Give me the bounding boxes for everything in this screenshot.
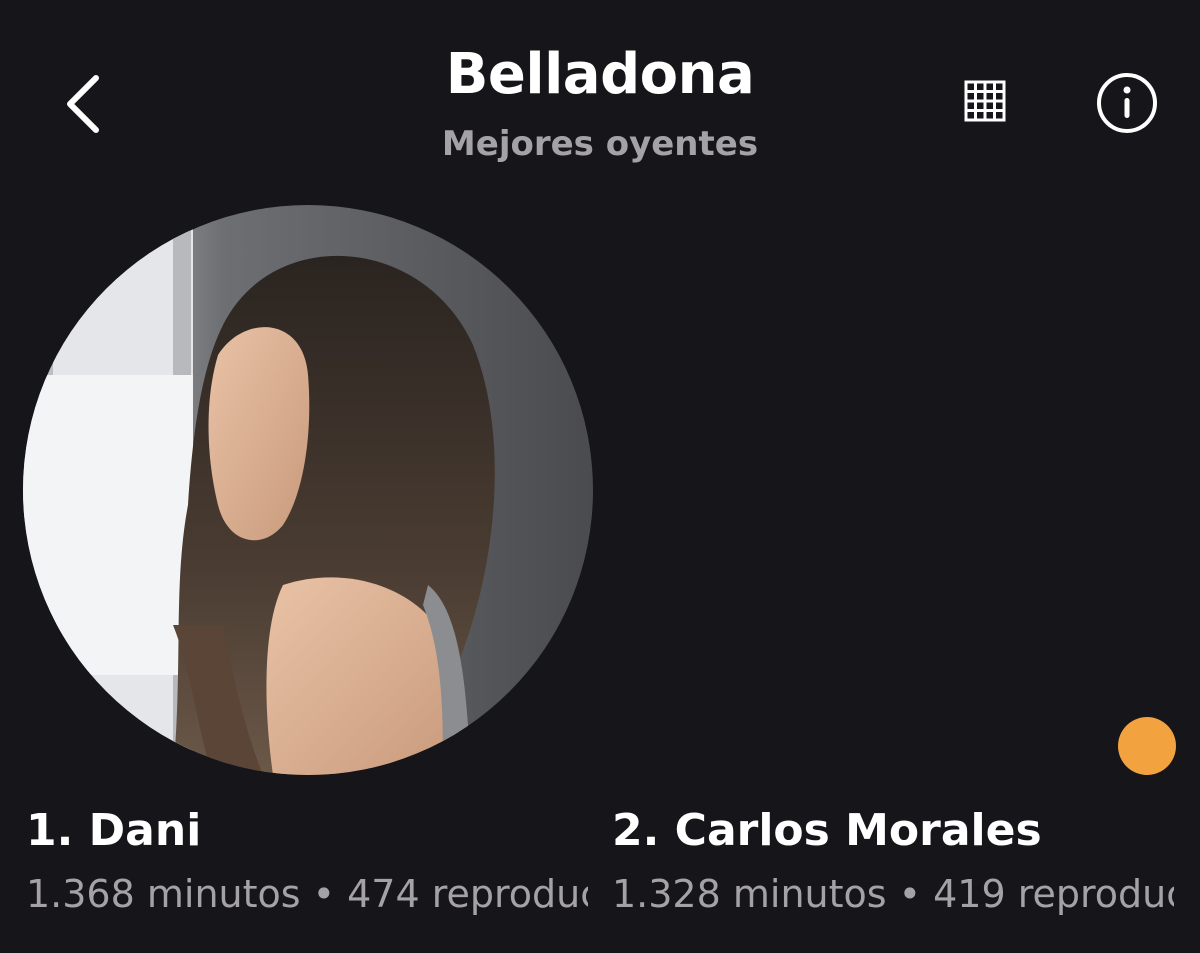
listener-name: 1. Dani xyxy=(26,805,202,856)
listener-name: 2. Carlos Morales xyxy=(612,805,1042,856)
status-dot xyxy=(1118,717,1176,775)
listener-card[interactable]: 2. Carlos Morales 1.328 minutos • 419 re… xyxy=(606,205,1186,935)
back-button[interactable] xyxy=(50,62,120,142)
page-title: Belladona xyxy=(445,42,755,107)
grid-view-button[interactable] xyxy=(958,74,1012,128)
avatar[interactable] xyxy=(23,205,593,775)
grid-icon xyxy=(964,80,1006,122)
info-icon xyxy=(1097,73,1157,133)
info-button[interactable] xyxy=(1094,70,1160,136)
listener-stats: 1.368 minutos • 474 reproducciones xyxy=(26,872,588,916)
page-subtitle: Mejores oyentes xyxy=(441,124,759,164)
listener-stats: 1.328 minutos • 419 reproducciones xyxy=(612,872,1174,916)
profile-photo xyxy=(23,205,593,775)
listener-card[interactable]: 1. Dani 1.368 minutos • 474 reproduccion… xyxy=(20,205,600,935)
avatar[interactable] xyxy=(609,205,1179,775)
header: Belladona Mejores oyentes xyxy=(0,0,1200,190)
chevron-left-icon xyxy=(67,75,99,133)
